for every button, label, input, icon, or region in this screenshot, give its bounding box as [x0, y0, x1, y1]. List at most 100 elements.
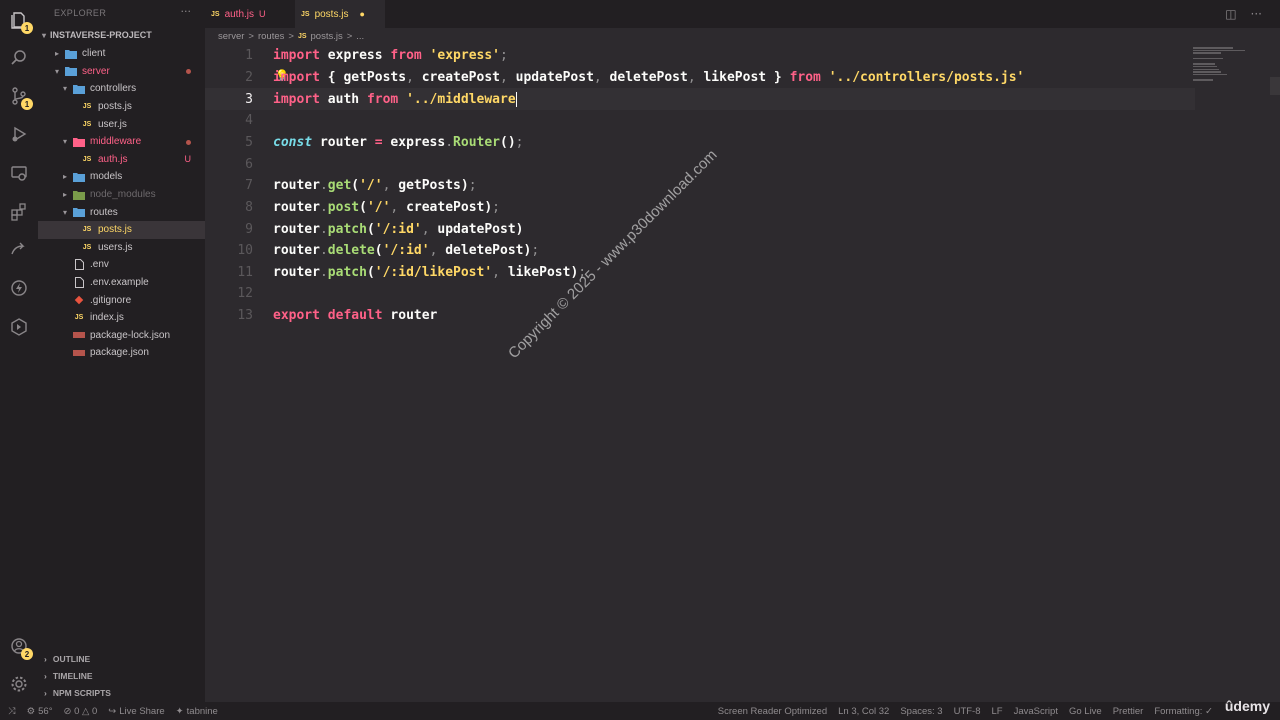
breadcrumb-symbol[interactable]: ...: [356, 31, 364, 42]
code-line[interactable]: 12: [205, 283, 1195, 305]
code-token: '../middleware: [406, 91, 516, 107]
breadcrumb-file[interactable]: posts.js: [311, 31, 343, 42]
status-tabnine[interactable]: ✦ tabnine: [176, 706, 218, 717]
code-line[interactable]: 8 router.post('/', createPost);: [205, 197, 1195, 219]
folder-icon: [73, 207, 85, 218]
split-editor-icon[interactable]: ◫: [1225, 7, 1236, 21]
sidebar-section[interactable]: › TIMELINE: [38, 667, 205, 684]
js-file-icon: JS: [82, 226, 92, 234]
tab-label: auth.js: [224, 8, 255, 20]
tree-item[interactable]: JS users.js: [38, 239, 205, 257]
tree-item[interactable]: ▾ middleware: [38, 133, 205, 151]
sidebar-section[interactable]: › OUTLINE: [38, 650, 205, 667]
code-line[interactable]: 11 router.patch('/:id/likePost', likePost…: [205, 262, 1195, 284]
tree-item[interactable]: JS index.js: [38, 309, 205, 327]
tree-item[interactable]: ▸ models: [38, 168, 205, 186]
code-line[interactable]: 2 import { getPosts, createPost, updatePo…: [205, 67, 1195, 89]
code-line[interactable]: 3 import auth from '../middleware: [205, 88, 1195, 110]
explorer-more-icon[interactable]: ···: [181, 5, 192, 18]
tree-item[interactable]: ▸ client: [38, 45, 205, 63]
tree-item[interactable]: ▾ controllers: [38, 80, 205, 98]
tree-item[interactable]: .gitignore: [38, 291, 205, 309]
code-text: router.patch('/:id/likePost', likePost);: [273, 265, 586, 280]
workspace-root[interactable]: ▾ INSTAVERSE-PROJECT: [42, 30, 152, 40]
code-line[interactable]: 10 router.delete('/:id', deletePost);: [205, 240, 1195, 262]
status-weather[interactable]: ⚙ 56°: [27, 706, 53, 717]
breadcrumb-routes[interactable]: routes: [258, 31, 284, 42]
status-prettier[interactable]: Prettier: [1113, 706, 1144, 717]
settings-gear-icon[interactable]: [9, 674, 29, 694]
tree-item-label: controllers: [90, 83, 137, 95]
chevron-right-icon: ›: [44, 671, 47, 682]
accounts-icon[interactable]: 2: [9, 636, 33, 660]
code-token: ,: [421, 221, 430, 237]
code-line[interactable]: 5 const router = express.Router();: [205, 132, 1195, 154]
tree-item[interactable]: JS user.js: [38, 115, 205, 133]
tree-item[interactable]: JS posts.js: [38, 220, 205, 239]
code-line[interactable]: 9 router.patch('/:id', updatePost): [205, 218, 1195, 240]
status-problems[interactable]: ⊘ 0 △ 0: [64, 706, 98, 717]
source-control-icon[interactable]: 1: [9, 86, 33, 110]
extensions-icon[interactable]: [9, 202, 29, 222]
code-token: { getPosts: [319, 69, 407, 85]
code-token: createPost: [413, 69, 500, 85]
tree-item[interactable]: .env.example: [38, 274, 205, 292]
file-tree: ▸ client ▾ server ▾ controllers JS posts.js JS us…: [38, 45, 205, 362]
code-line[interactable]: 4: [205, 110, 1195, 132]
status-language[interactable]: JavaScript: [1014, 706, 1058, 717]
tree-item[interactable]: ▾ routes: [38, 203, 205, 221]
tab-posts-js[interactable]: JS posts.js ●: [295, 0, 385, 28]
code-line[interactable]: 13 export default router: [205, 305, 1195, 327]
search-icon[interactable]: [9, 48, 29, 68]
line-number: 12: [237, 286, 253, 302]
thunder-client-icon[interactable]: [9, 278, 29, 298]
explorer-icon[interactable]: 1: [9, 10, 33, 34]
live-share-icon[interactable]: [9, 240, 29, 260]
status-eol[interactable]: LF: [992, 706, 1003, 717]
status-live-share[interactable]: ↪ Live Share: [108, 706, 164, 717]
docker-icon[interactable]: [9, 317, 29, 337]
tree-item[interactable]: ▸ node_modules: [38, 186, 205, 204]
breadcrumb-server[interactable]: server: [218, 31, 244, 42]
tree-item[interactable]: ▾ server: [38, 63, 205, 81]
code-editor[interactable]: 💡 1 import express from 'express'; 2 import…: [205, 45, 1280, 702]
tree-item[interactable]: package-lock.json: [38, 327, 205, 345]
minimap[interactable]: [1193, 47, 1249, 81]
tree-item-label: models: [90, 171, 123, 183]
udemy-logo: ûdemy: [1224, 698, 1270, 714]
code-token: router: [312, 134, 375, 150]
remote-explorer-icon[interactable]: [9, 163, 29, 183]
js-file-icon: JS: [82, 243, 92, 251]
sidebar-section[interactable]: › NPM SCRIPTS: [38, 685, 205, 702]
folder-icon: [73, 190, 85, 200]
code-token: (: [366, 264, 375, 280]
code-text: router.get('/', getPosts);: [273, 178, 477, 193]
tree-item-label: .env: [90, 259, 109, 271]
folder-icon: [73, 84, 85, 94]
tree-item[interactable]: package.json: [38, 344, 205, 362]
status-cursor-position[interactable]: Ln 3, Col 32: [838, 706, 889, 717]
unsaved-dot-icon[interactable]: ●: [359, 9, 364, 19]
tree-item[interactable]: JS auth.js U: [38, 151, 205, 169]
status-formatting[interactable]: Formatting: ✓: [1154, 706, 1213, 717]
tree-item[interactable]: .env: [38, 256, 205, 274]
sidebar-section-label: OUTLINE: [52, 653, 91, 664]
scrollbar-marker[interactable]: [1270, 77, 1280, 95]
chevron-right-icon: ▸: [62, 190, 67, 200]
status-indentation[interactable]: Spaces: 3: [900, 706, 942, 717]
tree-item[interactable]: JS posts.js: [38, 98, 205, 116]
status-encoding[interactable]: UTF-8: [954, 706, 981, 717]
js-file-icon: JS: [82, 120, 92, 128]
status-screen-reader[interactable]: Screen Reader Optimized: [718, 706, 827, 717]
more-actions-icon[interactable]: ···: [1251, 7, 1262, 21]
tree-item-label: server: [82, 65, 110, 77]
run-debug-icon[interactable]: [9, 124, 29, 144]
remote-indicator-icon[interactable]: ⤨: [8, 706, 16, 717]
modified-dot-icon: [186, 66, 191, 76]
tab-auth-js[interactable]: JS auth.js U: [205, 0, 295, 28]
status-go-live[interactable]: Go Live: [1069, 706, 1102, 717]
code-token: .: [319, 264, 328, 280]
code-text: router.delete('/:id', deletePost);: [273, 243, 539, 258]
code-line[interactable]: 1 import express from 'express';: [205, 45, 1195, 67]
